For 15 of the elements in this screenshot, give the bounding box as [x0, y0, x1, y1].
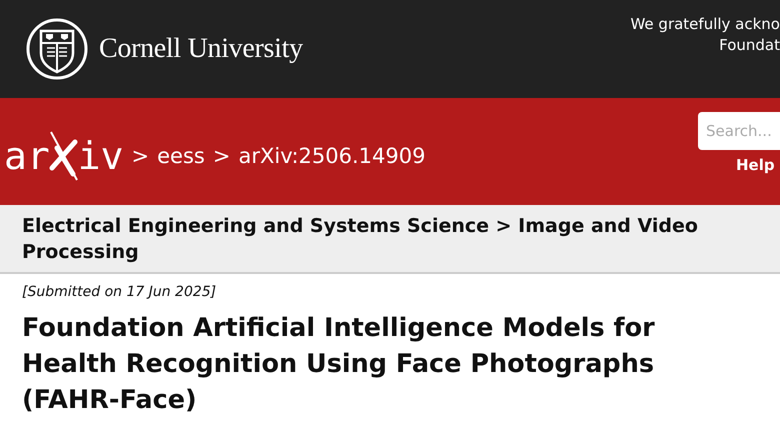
acknowledgement-text: We gratefully ackno: [630, 14, 780, 35]
breadcrumb-separator: >: [212, 144, 230, 168]
logo-text[interactable]: ar: [0, 134, 50, 178]
breadcrumb-link[interactable]: eess: [157, 144, 205, 168]
submission-date: [Submitted on 17 Jun 2025]: [22, 284, 218, 300]
help-link[interactable]: Help: [736, 156, 775, 174]
shield-logo-icon: [25, 17, 89, 81]
university-name[interactable]: Cornell University: [99, 33, 303, 65]
logo-text[interactable]: iv: [78, 134, 124, 178]
acknowledgement-text: Foundat: [719, 35, 780, 56]
paper-title: Foundation Artificial Intelligence Models for Health Recognition Using Face Photographs (FAHR-Face): [22, 312, 656, 417]
search-field[interactable]: Search...: [698, 112, 780, 150]
breadcrumb-link[interactable]: arXiv:2506.14909: [238, 144, 426, 168]
subject-heading: Electrical Engineering and Systems Science > Image and Video Processing: [22, 214, 699, 265]
breadcrumb-separator: >: [132, 144, 150, 168]
